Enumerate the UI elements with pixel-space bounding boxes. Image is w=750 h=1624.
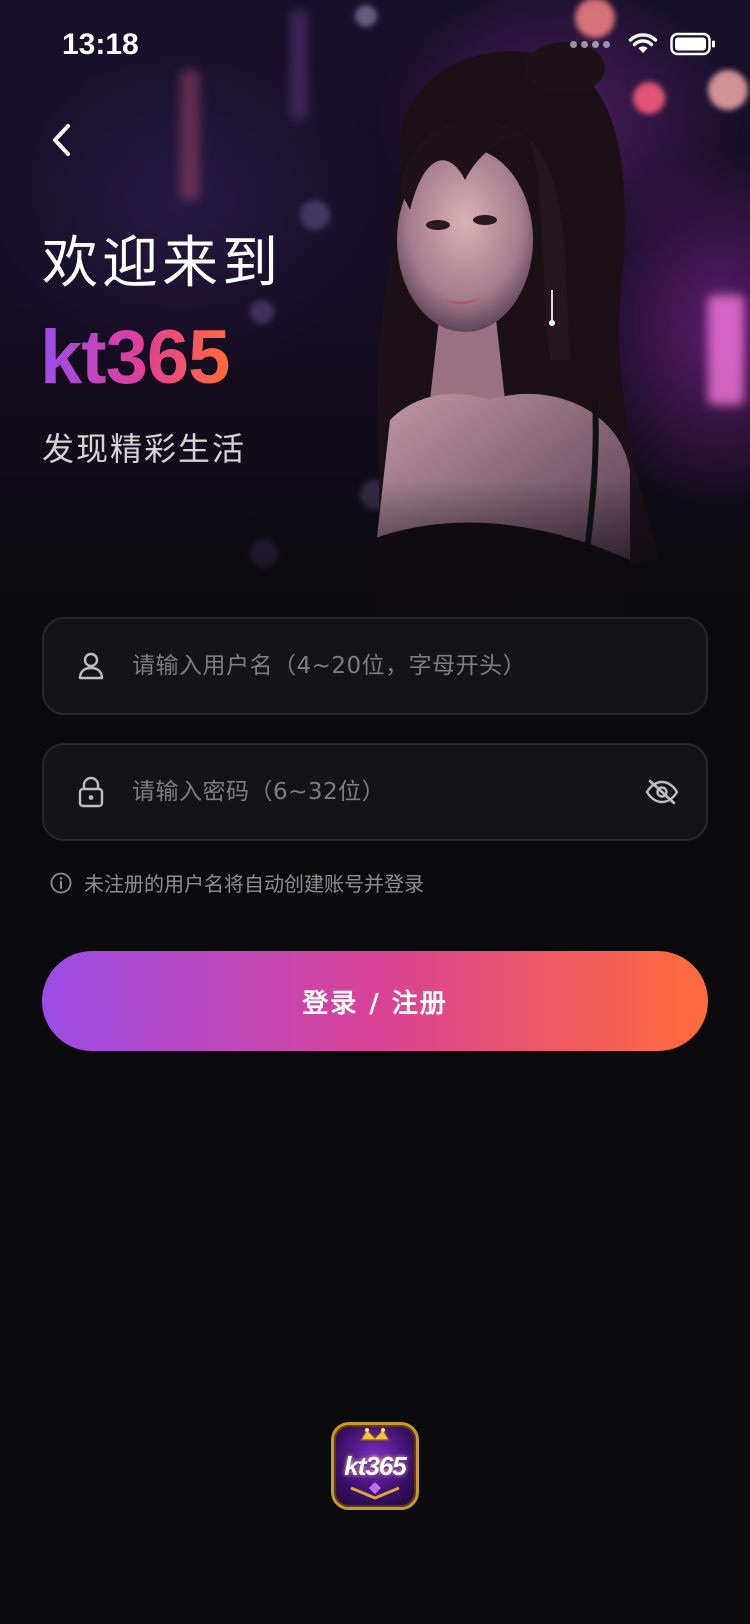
login-register-button[interactable]: 登录 / 注册 bbox=[42, 951, 708, 1051]
username-input[interactable] bbox=[132, 619, 706, 713]
status-time: 13:18 bbox=[62, 28, 139, 61]
toggle-password-visibility-button[interactable] bbox=[640, 770, 684, 814]
back-button[interactable] bbox=[40, 118, 84, 162]
status-bar: 13:18 bbox=[0, 0, 750, 96]
brand-name: kt365 bbox=[40, 315, 230, 400]
app-logo-text: kt365 bbox=[344, 1451, 407, 1481]
app-logo: kt365 bbox=[331, 1422, 419, 1510]
cellular-signal-icon bbox=[570, 40, 610, 48]
password-input[interactable] bbox=[132, 745, 640, 839]
lock-icon bbox=[72, 773, 110, 811]
welcome-heading: 欢迎来到 bbox=[42, 231, 282, 296]
status-indicators bbox=[570, 32, 716, 56]
registration-hint: 未注册的用户名将自动创建账号并登录 bbox=[50, 868, 424, 897]
user-icon bbox=[72, 647, 110, 685]
chevron-left-icon bbox=[53, 124, 70, 156]
login-screen: 13:18 欢迎来到 kt365 发现精彩生活 请输入用户名（4~20位，字母开… bbox=[0, 0, 750, 1624]
hint-text: 未注册的用户名将自动创建账号并登录 bbox=[84, 872, 424, 896]
battery-icon bbox=[670, 32, 715, 56]
eye-off-icon bbox=[645, 779, 679, 805]
info-icon bbox=[50, 872, 72, 893]
tagline: 发现精彩生活 bbox=[42, 430, 247, 468]
username-field[interactable] bbox=[42, 617, 708, 715]
password-field[interactable] bbox=[42, 743, 708, 841]
wifi-icon bbox=[628, 33, 658, 53]
